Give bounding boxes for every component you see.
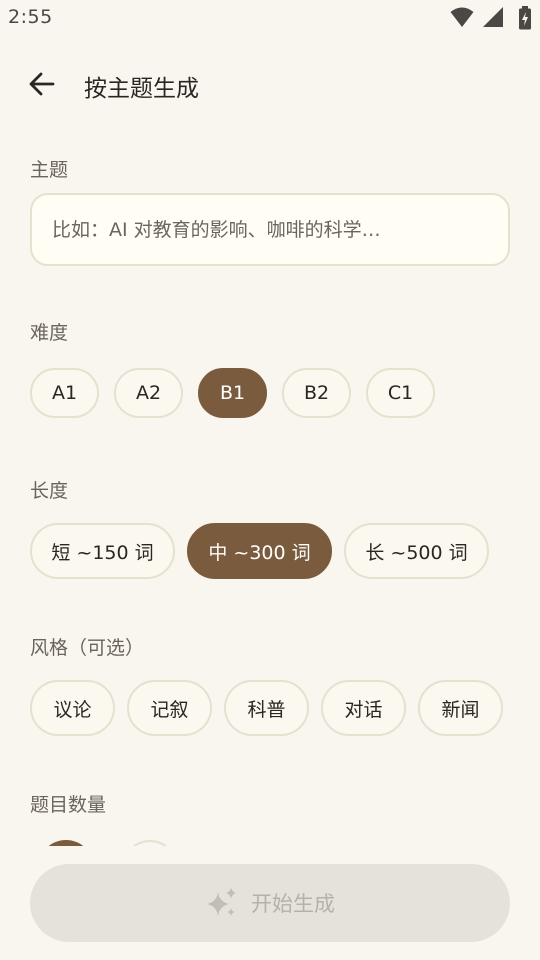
status-time: 2:55 xyxy=(8,6,53,28)
style-chip-popular-science[interactable]: 科普 xyxy=(224,680,309,736)
sparkle-icon xyxy=(205,886,239,920)
length-chip-medium[interactable]: 中 ~300 词 xyxy=(187,523,332,579)
length-chip-short[interactable]: 短 ~150 词 xyxy=(30,523,175,579)
style-label: 风格（可选） xyxy=(30,637,145,659)
wifi-icon xyxy=(450,7,474,27)
style-chip-argumentative[interactable]: 议论 xyxy=(30,680,115,736)
difficulty-chip-c1[interactable]: C1 xyxy=(366,368,435,418)
style-chip-news[interactable]: 新闻 xyxy=(418,680,503,736)
style-chip-narrative[interactable]: 记叙 xyxy=(127,680,212,736)
start-generate-label: 开始生成 xyxy=(251,892,335,916)
style-chip-dialogue[interactable]: 对话 xyxy=(321,680,406,736)
question-count-label: 题目数量 xyxy=(30,794,107,816)
topic-label: 主题 xyxy=(30,159,69,181)
status-bar: 2:55 xyxy=(0,0,540,36)
page-title: 按主题生成 xyxy=(84,76,199,102)
length-label: 长度 xyxy=(30,480,69,502)
length-chip-group: 短 ~150 词 中 ~300 词 长 ~500 词 xyxy=(30,523,489,579)
start-generate-button[interactable]: 开始生成 xyxy=(30,864,510,942)
difficulty-label: 难度 xyxy=(30,322,69,344)
battery-charging-icon xyxy=(519,6,531,30)
app-bar: 按主题生成 xyxy=(0,54,540,114)
signal-icon xyxy=(483,7,503,27)
topic-input[interactable] xyxy=(30,193,510,266)
difficulty-chip-b1[interactable]: B1 xyxy=(198,368,267,418)
difficulty-chip-b2[interactable]: B2 xyxy=(282,368,351,418)
difficulty-chip-group: A1 A2 B1 B2 C1 xyxy=(30,368,435,418)
length-chip-long[interactable]: 长 ~500 词 xyxy=(344,523,489,579)
arrow-left-icon xyxy=(29,72,55,96)
back-button[interactable] xyxy=(18,58,66,110)
difficulty-chip-a1[interactable]: A1 xyxy=(30,368,99,418)
difficulty-chip-a2[interactable]: A2 xyxy=(114,368,183,418)
style-chip-group: 议论 记叙 科普 对话 新闻 xyxy=(30,680,503,736)
